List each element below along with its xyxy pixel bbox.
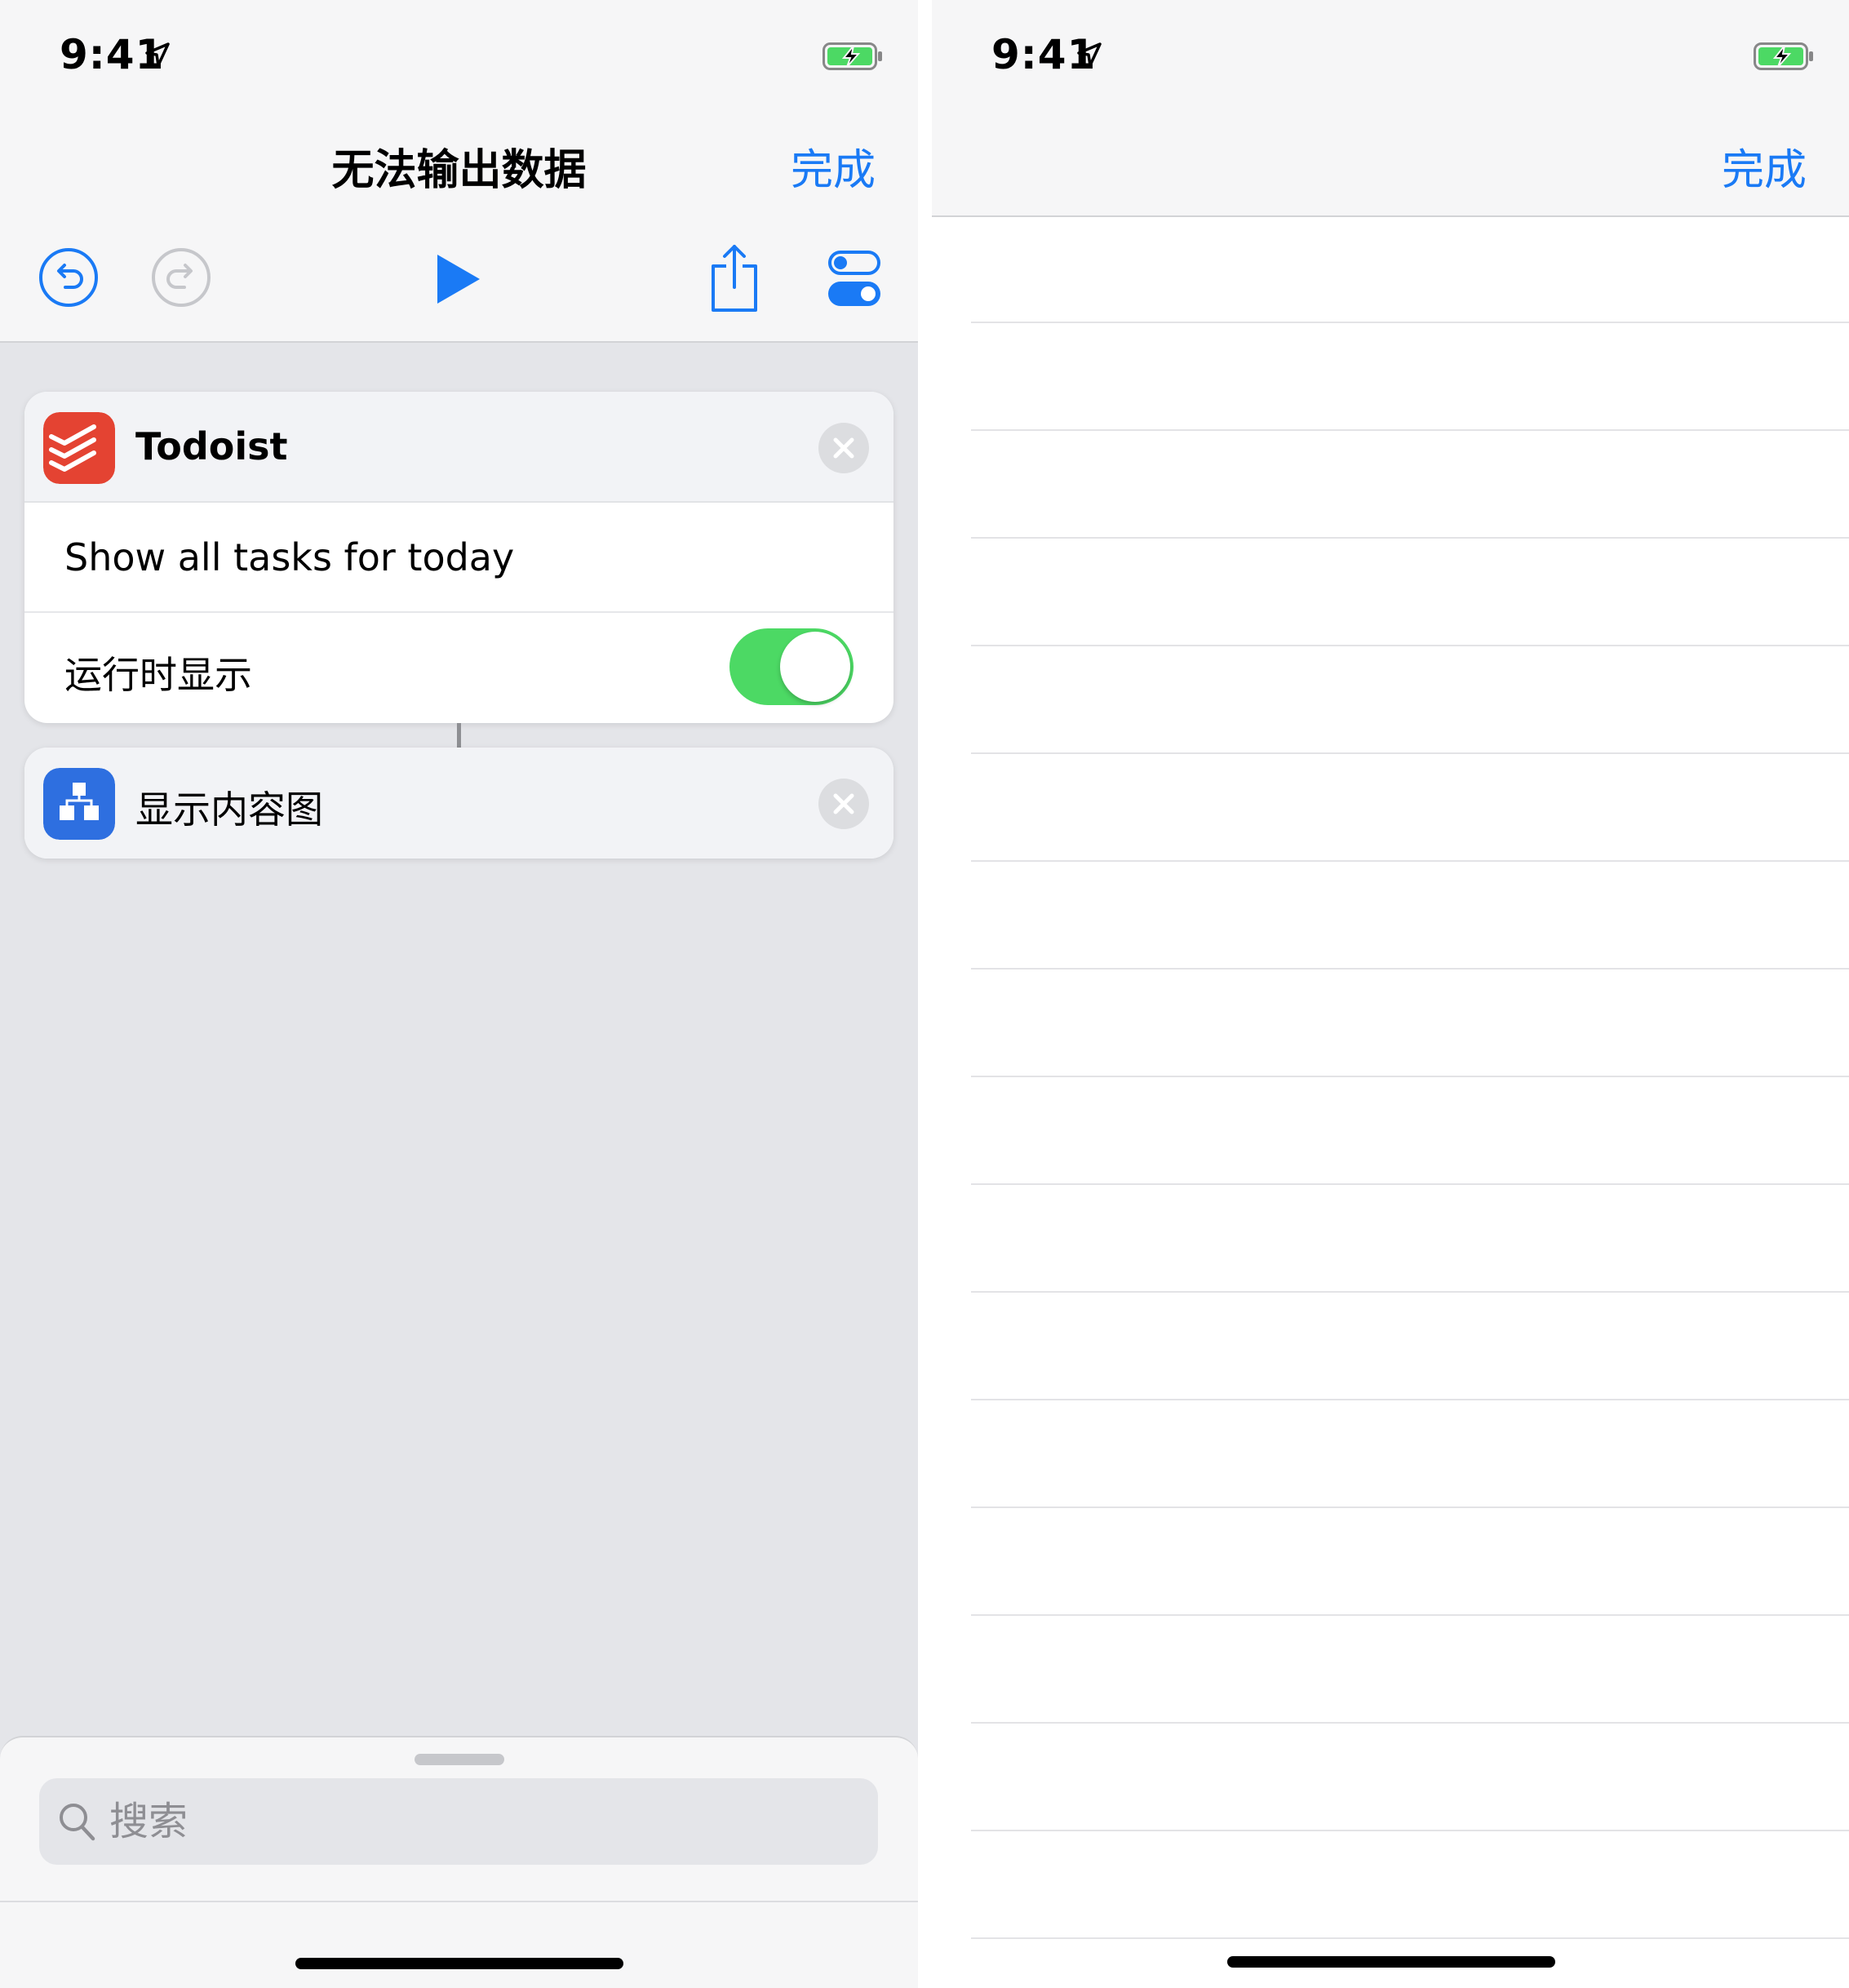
- location-arrow-icon: [145, 42, 170, 67]
- empty-row-separator: [971, 968, 1849, 970]
- home-indicator[interactable]: [295, 1958, 623, 1969]
- done-button[interactable]: 完成: [1722, 135, 1807, 197]
- shortcut-editor-screen: 9:41 无法输出数据 完成 Todoist Show all tasks fo…: [0, 0, 918, 1988]
- home-indicator[interactable]: [1227, 1956, 1555, 1968]
- search-field[interactable]: [39, 1778, 878, 1865]
- empty-row-separator: [971, 429, 1849, 431]
- sheet-grabber[interactable]: [415, 1754, 504, 1765]
- content-graph-icon: [43, 768, 115, 840]
- show-when-run-row: 运行时显示: [24, 611, 893, 720]
- toggles-icon[interactable]: [827, 250, 881, 307]
- empty-row-separator: [971, 860, 1849, 862]
- done-button[interactable]: 完成: [791, 135, 876, 197]
- redo-icon[interactable]: [150, 246, 212, 308]
- empty-row-separator: [971, 1183, 1849, 1185]
- status-bar: 9:41: [0, 0, 918, 110]
- result-screen: 9:41 完成: [932, 0, 1849, 1988]
- screen-divider: [918, 0, 932, 1988]
- play-icon[interactable]: [434, 253, 483, 305]
- content-graph-action-card: 显示内容图: [24, 748, 893, 859]
- empty-row-separator: [971, 537, 1849, 539]
- battery-charging-icon: [823, 42, 882, 70]
- location-arrow-icon: [1077, 42, 1102, 67]
- show-when-run-label: 运行时显示: [64, 653, 252, 697]
- remove-action-button[interactable]: [818, 779, 869, 829]
- empty-row-separator: [971, 1937, 1849, 1939]
- empty-row-separator: [971, 752, 1849, 754]
- empty-row-separator: [971, 1076, 1849, 1077]
- show-when-run-toggle[interactable]: [729, 628, 854, 705]
- empty-row-separator: [971, 1722, 1849, 1724]
- page-title: 无法输出数据: [331, 146, 587, 195]
- empty-row-separator: [971, 322, 1849, 323]
- action-connector: [457, 723, 461, 748]
- battery-charging-icon: [1754, 42, 1813, 70]
- result-header: 9:41 完成: [932, 0, 1849, 217]
- todoist-action-card: Todoist Show all tasks for today 运行时显示: [24, 392, 893, 723]
- action-card-header: Todoist: [24, 392, 893, 503]
- undo-icon[interactable]: [38, 246, 100, 308]
- action-app-name: Todoist: [135, 424, 288, 468]
- close-icon: [833, 437, 854, 459]
- sheet-separator: [0, 1901, 918, 1902]
- empty-row-separator: [971, 1399, 1849, 1400]
- empty-row-separator: [971, 1830, 1849, 1831]
- empty-row-separator: [971, 1507, 1849, 1508]
- editor-header: 9:41 无法输出数据 完成: [0, 0, 918, 343]
- empty-row-separator: [971, 1291, 1849, 1293]
- close-icon: [833, 793, 854, 814]
- action-search-sheet: [0, 1736, 918, 1988]
- empty-row-separator: [971, 1614, 1849, 1616]
- action-app-name: 显示内容图: [135, 788, 323, 832]
- remove-action-button[interactable]: [818, 423, 869, 473]
- status-bar: 9:41: [932, 0, 1849, 110]
- share-icon[interactable]: [708, 243, 760, 313]
- search-icon: [60, 1804, 95, 1841]
- action-task-label: Show all tasks for today: [64, 535, 515, 579]
- toggle-knob: [780, 632, 850, 702]
- todoist-icon: [43, 412, 115, 484]
- empty-row-separator: [971, 645, 1849, 646]
- action-card-header: 显示内容图: [24, 748, 893, 859]
- action-task-row[interactable]: Show all tasks for today: [24, 503, 893, 611]
- search-input[interactable]: [109, 1778, 844, 1865]
